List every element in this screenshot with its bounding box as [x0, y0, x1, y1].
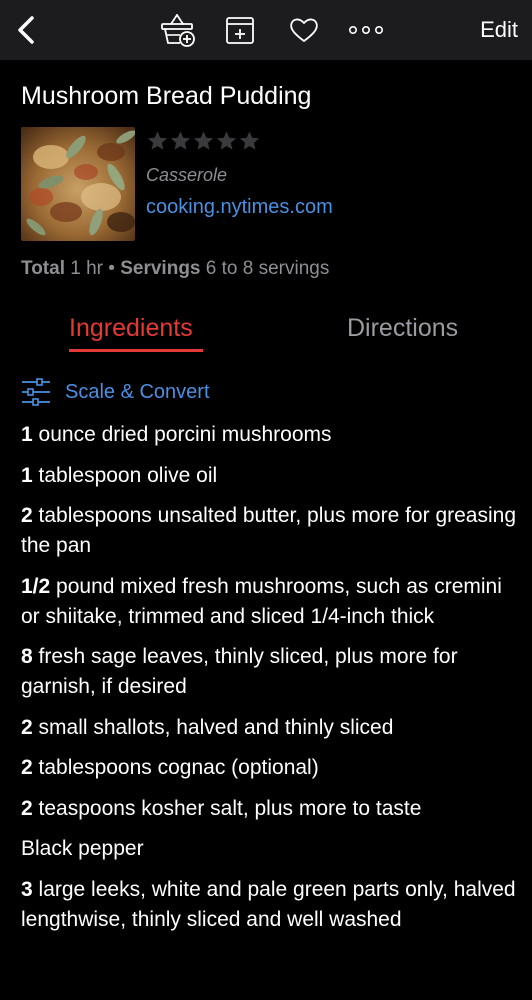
ingredient-quantity: 8: [21, 645, 33, 668]
basket-add-icon: [161, 14, 195, 47]
recipe-photo[interactable]: [21, 127, 135, 241]
ingredient-item[interactable]: 3 large leeks, white and pale green part…: [21, 875, 526, 935]
ingredient-item[interactable]: 1 tablespoon olive oil: [21, 461, 526, 491]
total-value: 1 hr: [70, 258, 104, 279]
star-icon[interactable]: [238, 128, 261, 154]
ingredient-text: fresh sage leaves, thinly sliced, plus m…: [21, 645, 458, 698]
ingredient-quantity: 2: [21, 504, 33, 527]
ingredient-text: teaspoons kosher salt, plus more to tast…: [38, 796, 422, 820]
ingredient-item[interactable]: 1/2 pound mixed fresh mushrooms, such as…: [21, 572, 526, 632]
ingredient-text: Black pepper: [21, 837, 144, 860]
scale-convert-label: Scale & Convert: [65, 380, 210, 403]
more-options-button[interactable]: [342, 8, 390, 52]
back-button[interactable]: [8, 8, 44, 52]
star-rating[interactable]: [146, 128, 261, 154]
ingredient-quantity: 2: [21, 756, 33, 779]
ingredient-quantity: 1: [21, 463, 33, 487]
ingredient-text: tablespoons cognac (optional): [38, 756, 319, 779]
top-toolbar: Edit: [0, 0, 532, 60]
star-icon[interactable]: [192, 128, 215, 154]
recipe-title: Mushroom Bread Pudding: [21, 82, 312, 110]
ingredient-quantity: 3: [21, 877, 33, 901]
ingredient-item[interactable]: 1 ounce dried porcini mushrooms: [21, 420, 526, 450]
sliders-icon: [22, 378, 50, 406]
ingredient-quantity: 2: [21, 715, 33, 739]
star-icon[interactable]: [169, 128, 192, 154]
ingredient-item[interactable]: Black pepper: [21, 834, 526, 864]
more-dots-icon: [348, 25, 383, 35]
add-to-box-icon: [226, 17, 254, 44]
favorite-button[interactable]: [282, 8, 326, 52]
add-to-grocery-button[interactable]: [156, 8, 200, 52]
scale-convert-button[interactable]: Scale & Convert: [21, 378, 210, 406]
active-tab-indicator: [69, 349, 203, 352]
ingredient-quantity: 1: [21, 423, 33, 446]
ingredient-text: small shallots, halved and thinly sliced: [38, 715, 394, 739]
add-to-collection-button[interactable]: [218, 8, 262, 52]
ingredient-item[interactable]: 2 small shallots, halved and thinly slic…: [21, 713, 526, 743]
servings-value: 6 to 8 servings: [205, 258, 330, 279]
star-icon[interactable]: [146, 128, 169, 154]
ingredient-text: ounce dried porcini mushrooms: [38, 423, 332, 446]
ingredient-quantity: 2: [21, 796, 33, 820]
edit-button[interactable]: Edit: [480, 8, 518, 52]
ingredient-text: pound mixed fresh mushrooms, such as cre…: [21, 574, 502, 628]
recipe-meta: Total 1 hr • Servings 6 to 8 servings: [21, 258, 329, 280]
source-link[interactable]: cooking.nytimes.com: [146, 196, 333, 219]
ingredient-quantity: 1/2: [21, 574, 51, 598]
chevron-left-icon: [18, 16, 34, 44]
ingredient-item[interactable]: 2 tablespoons cognac (optional): [21, 753, 526, 783]
star-icon[interactable]: [215, 128, 238, 154]
ingredient-text: large leeks, white and pale green parts …: [21, 877, 516, 931]
total-label: Total: [21, 258, 65, 279]
recipe-category: Casserole: [146, 165, 228, 185]
ingredient-item[interactable]: 2 tablespoons unsalted butter, plus more…: [21, 501, 526, 561]
ingredient-text: tablespoon olive oil: [38, 463, 218, 487]
tab-ingredients[interactable]: Ingredients: [69, 314, 193, 343]
ingredient-text: tablespoons unsalted butter, plus more f…: [21, 504, 516, 557]
heart-icon: [290, 18, 318, 42]
ingredient-item[interactable]: 8 fresh sage leaves, thinly sliced, plus…: [21, 642, 526, 702]
tab-directions[interactable]: Directions: [347, 314, 458, 343]
ingredient-list: 1 ounce dried porcini mushrooms 1 tablesp…: [21, 420, 526, 945]
servings-label: Servings: [120, 258, 201, 279]
meta-separator: •: [108, 258, 115, 279]
ingredient-item[interactable]: 2 teaspoons kosher salt, plus more to ta…: [21, 794, 526, 824]
